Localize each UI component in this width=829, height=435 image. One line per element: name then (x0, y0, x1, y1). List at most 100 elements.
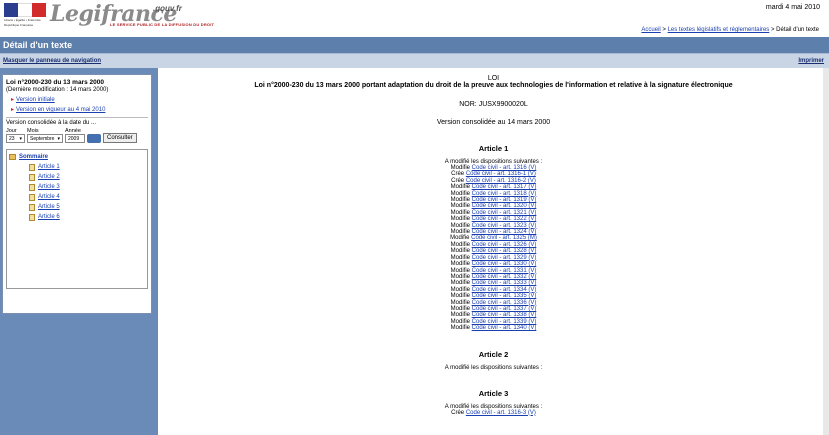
loi-label: LOI (487, 75, 500, 82)
consult-button[interactable]: Consulter (103, 133, 137, 143)
modification-action: Modifie (450, 286, 470, 293)
code-article-link[interactable]: Code civil - art. 1323 (V) (472, 223, 537, 229)
modification-action: Modifie (450, 273, 470, 280)
tree-item-article-1[interactable]: Article 1 (29, 162, 145, 172)
tree-root[interactable]: Sommaire (9, 152, 145, 162)
french-flag-icon (4, 3, 46, 17)
code-article-link[interactable]: Code civil - art. 1337 (V) (472, 306, 537, 312)
modification-action: Modifie (450, 312, 470, 319)
modification-line: Crée Code civil - art. 1316-3 (V) (158, 410, 829, 416)
modification-action: Modifie (450, 293, 470, 300)
date-form: Jour 23 ▾ Mois Septembre ▾ Année 2009 Co… (6, 128, 148, 143)
tree-item-article-6[interactable]: Article 6 (29, 212, 145, 222)
document-icon (29, 163, 35, 171)
code-article-link[interactable]: Code civil - art. 1324 (V) (472, 229, 537, 235)
modification-action: Modifie (450, 299, 470, 306)
version-initial-link[interactable]: Version initiale (11, 96, 148, 103)
code-article-link[interactable]: Code civil - art. 1339 (V) (472, 319, 537, 325)
version-current-link[interactable]: Version en vigueur au 4 mai 2010 (11, 106, 148, 113)
modification-action: Modifie (450, 267, 470, 274)
code-article-link[interactable]: Code civil - art. 1328 (V) (472, 248, 537, 254)
summary-link[interactable]: Sommaire (19, 154, 48, 160)
site-suffix: .gouv.fr (153, 4, 182, 13)
code-article-link[interactable]: Code civil - art. 1332 (V) (472, 274, 537, 280)
hide-navigation-link[interactable]: Masquer le panneau de navigation (3, 58, 101, 64)
code-article-link[interactable]: Code civil - art. 1333 (V) (472, 280, 537, 286)
tree-item-article-5[interactable]: Article 5 (29, 202, 145, 212)
article-heading: Article 2 (478, 349, 509, 359)
modification-action: Modifie (450, 216, 470, 223)
code-article-link[interactable]: Code civil - art. 1334 (V) (472, 287, 537, 293)
code-article-link[interactable]: Code civil - art. 1316-1 (V) (466, 171, 536, 177)
code-article-link[interactable]: Code civil - art. 1331 (V) (472, 268, 537, 274)
day-select[interactable]: 23 ▾ (6, 134, 25, 143)
scrollbar[interactable] (823, 68, 829, 435)
navigation-panel: Loi n°2000-230 du 13 mars 2000 (Dernière… (0, 68, 155, 435)
article-intro: A modifié les dispositions suivantes : (444, 364, 543, 371)
tree-item-label[interactable]: Article 6 (38, 214, 60, 220)
modification-action: Modifie (450, 203, 470, 210)
code-article-link[interactable]: Code civil - art. 1320 (V) (472, 203, 537, 209)
code-article-link[interactable]: Code civil - art. 1316 (V) (472, 165, 537, 171)
year-input[interactable]: 2009 (65, 134, 85, 143)
code-article-link[interactable]: Code civil - art. 1318 (V) (472, 191, 537, 197)
tree-item-label[interactable]: Article 3 (38, 184, 60, 190)
navigation-box: Loi n°2000-230 du 13 mars 2000 (Dernière… (2, 74, 152, 314)
calendar-icon[interactable] (87, 134, 101, 143)
code-article-link[interactable]: Code civil - art. 1317 (V) (472, 184, 537, 190)
code-article-link[interactable]: Code civil - art. 1336 (V) (472, 300, 537, 306)
document-icon (29, 183, 35, 191)
breadcrumb-home[interactable]: Accueil (641, 27, 660, 33)
title-bar: Détail d'un texte (0, 37, 829, 53)
articles-list: Article 1 A modifié les dispositions suiv… (158, 144, 829, 416)
code-article-link[interactable]: Code civil - art. 1316-2 (V) (466, 178, 536, 184)
tree-item-label[interactable]: Article 4 (38, 194, 60, 200)
header: Liberté • Égalité • Fraternité Républiqu… (0, 0, 829, 37)
tree-item-label[interactable]: Article 2 (38, 174, 60, 180)
law-text: LOI Loi n°2000-230 du 13 mars 2000 porta… (158, 68, 829, 416)
tree-item-label[interactable]: Article 1 (38, 164, 60, 170)
modification-action: Modifie (450, 305, 470, 312)
code-article-link[interactable]: Code civil - art. 1326 (V) (472, 242, 537, 248)
document-icon (29, 173, 35, 181)
month-select[interactable]: Septembre ▾ (27, 134, 63, 143)
modification-action: Modifie (450, 261, 470, 268)
tree-item-article-2[interactable]: Article 2 (29, 172, 145, 182)
modification-action: Modifie (450, 190, 470, 197)
print-link[interactable]: Imprimer (798, 58, 824, 64)
modification-action: Modifie (450, 197, 470, 204)
modification-action: Modifie (450, 222, 470, 229)
month-value: Septembre (30, 135, 55, 142)
modification-action: Modifie (450, 325, 470, 332)
chevron-down-icon: ▾ (57, 135, 60, 142)
code-article-link[interactable]: Code civil - art. 1322 (V) (472, 216, 537, 222)
folder-icon (9, 154, 16, 160)
breadcrumb: Accueil > Les textes législatifs et régl… (641, 27, 819, 33)
modification-action: Crée (451, 409, 465, 416)
flag-motto: Liberté • Égalité • Fraternité (4, 18, 41, 22)
code-article-link[interactable]: Code civil - art. 1321 (V) (472, 210, 537, 216)
year-field: Année 2009 (65, 128, 85, 143)
code-article-link[interactable]: Code civil - art. 1340 (V) (472, 325, 537, 331)
year-value: 2009 (68, 135, 80, 142)
modification-action: Modifie (450, 235, 470, 242)
code-article-link[interactable]: Code civil - art. 1329 (V) (472, 255, 537, 261)
last-modified: (Dernière modification : 14 mars 2000) (6, 87, 109, 93)
code-article-link[interactable]: Code civil - art. 1316-3 (V) (466, 410, 536, 416)
modification-action: Modifie (450, 241, 470, 248)
tree-item-article-4[interactable]: Article 4 (29, 192, 145, 202)
modification-action: Crée (451, 177, 465, 184)
code-article-link[interactable]: Code civil - art. 1330 (V) (472, 261, 537, 267)
legifrance-logo[interactable]: Legifrance .gouv.fr LE SERVICE PUBLIC DE… (50, 1, 214, 31)
tree-item-article-3[interactable]: Article 3 (29, 182, 145, 192)
main-content: LOI Loi n°2000-230 du 13 mars 2000 porta… (155, 68, 829, 435)
sub-toolbar: Masquer le panneau de navigation Imprime… (0, 53, 829, 68)
code-article-link[interactable]: Code civil - art. 1335 (V) (472, 293, 537, 299)
article-heading: Article 3 (478, 388, 509, 398)
breadcrumb-section[interactable]: Les textes législatifs et réglementaires (668, 27, 770, 33)
code-article-link[interactable]: Code civil - art. 1338 (V) (472, 312, 537, 318)
code-article-link[interactable]: Code civil - art. 1325 (M) (471, 235, 537, 241)
breadcrumb-separator: > (660, 27, 668, 33)
code-article-link[interactable]: Code civil - art. 1319 (V) (472, 197, 537, 203)
tree-item-label[interactable]: Article 5 (38, 204, 60, 210)
